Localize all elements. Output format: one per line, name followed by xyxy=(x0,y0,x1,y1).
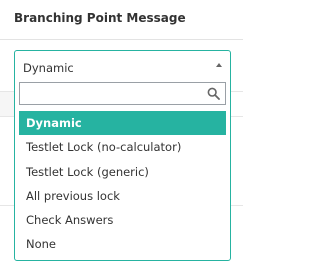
dropdown-options-list: Dynamic Testlet Lock (no-calculator) Tes… xyxy=(19,111,226,257)
branching-message-dropdown[interactable]: Dynamic Dynamic Testlet Lock (no-calcula… xyxy=(14,50,231,261)
dropdown-option[interactable]: None xyxy=(19,232,226,256)
column-header: Branching Point Message xyxy=(0,0,243,40)
column-header-title: Branching Point Message xyxy=(14,11,186,25)
dropdown-selected-value: Dynamic xyxy=(23,61,74,75)
search-icon xyxy=(207,87,220,100)
caret-up-icon[interactable] xyxy=(216,63,222,67)
dropdown-search-input[interactable] xyxy=(20,83,208,104)
table-row-background xyxy=(0,92,14,116)
dropdown-option[interactable]: All previous lock xyxy=(19,184,226,208)
dropdown-option[interactable]: Testlet Lock (generic) xyxy=(19,160,226,184)
dropdown-option[interactable]: Check Answers xyxy=(19,208,226,232)
dropdown-option-selected[interactable]: Dynamic xyxy=(19,111,226,136)
dropdown-option[interactable]: Testlet Lock (no-calculator) xyxy=(19,135,226,159)
dropdown-search-box[interactable] xyxy=(19,82,226,105)
